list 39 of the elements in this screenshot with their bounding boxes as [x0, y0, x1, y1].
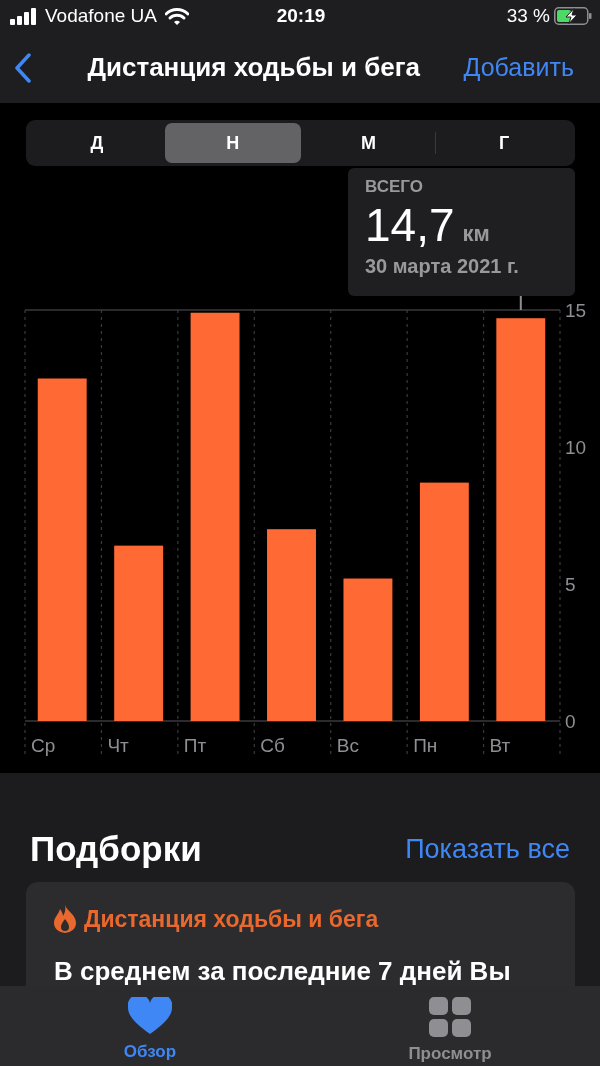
day-label: Сб — [260, 735, 285, 756]
day-label: Ср — [31, 735, 56, 756]
axis-tick-label: 15 — [565, 300, 587, 321]
day-label: Пт — [183, 735, 207, 756]
section-title: Подборки — [30, 827, 202, 870]
day-label: Вс — [336, 735, 359, 756]
leader-line — [519, 296, 522, 310]
period-tab[interactable]: Д — [29, 123, 165, 163]
grid-icon — [429, 996, 471, 1037]
period-tab[interactable]: Г — [436, 123, 572, 163]
heart-icon — [128, 996, 172, 1035]
chevron-left-icon — [14, 52, 32, 83]
highlight-card[interactable]: Дистанция ходьбы и бега В среднем за последние 7 дней Вы — [26, 882, 575, 986]
page-title: Дистанция ходьбы и бега — [87, 51, 421, 84]
battery-charging-icon — [554, 7, 592, 25]
show-all-link[interactable]: Показать все — [405, 828, 570, 870]
card-title: Дистанция ходьбы и бега — [84, 905, 379, 934]
summary-label: ВСЕГО — [365, 176, 424, 198]
period-tab[interactable]: Н — [164, 123, 301, 163]
summary-value: 14,7 — [365, 198, 455, 252]
day-label: Вт — [489, 735, 511, 756]
flame-icon — [54, 905, 76, 934]
carrier-name: Vodafone UA — [45, 3, 157, 28]
clock-time: 20:19 — [276, 3, 326, 28]
axis-tick-label: 0 — [565, 711, 576, 732]
tab-item[interactable]: Обзор — [0, 985, 300, 1066]
add-button[interactable]: Добавить — [463, 48, 574, 87]
day-label: Чт — [107, 735, 129, 756]
card-text: В среднем за последние 7 дней Вы — [54, 954, 512, 986]
battery-percentage: 33 % — [506, 3, 550, 28]
tab-item[interactable]: Просмотр — [300, 985, 600, 1066]
wifi-icon — [165, 7, 189, 25]
day-label: Пн — [413, 735, 438, 756]
axis-tick-label: 10 — [565, 437, 587, 458]
summary-date: 30 марта 2021 г. — [365, 254, 520, 279]
axis-tick-label: 5 — [565, 574, 576, 595]
signal-icon — [10, 7, 37, 25]
summary-unit: км — [462, 220, 490, 248]
period-tab[interactable]: М — [300, 123, 437, 163]
